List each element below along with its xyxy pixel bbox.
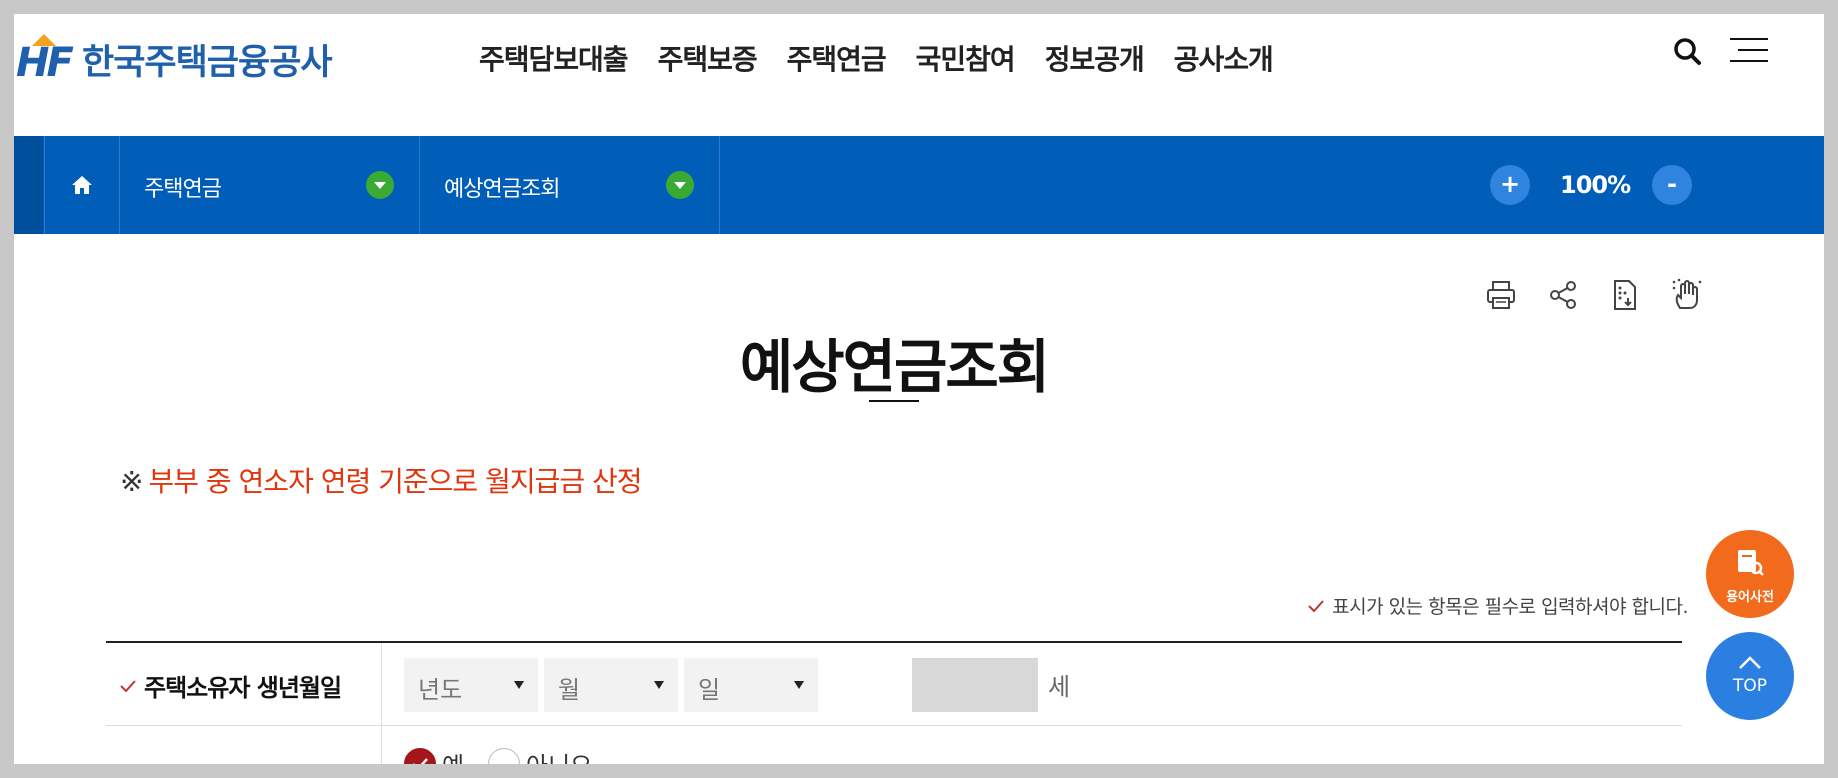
caret-down-icon — [794, 681, 804, 689]
logo-mark-text: HF — [16, 40, 74, 86]
title-underline — [869, 400, 919, 402]
top-label: TOP — [1732, 676, 1768, 696]
radio-yes-label: 예 — [442, 746, 464, 764]
chevron-down-icon — [666, 171, 694, 199]
day-select-value: 일 — [698, 676, 721, 704]
chevron-down-icon — [366, 171, 394, 199]
notice-text: ※ 부부 중 연소자 연령 기준으로 월지급금 산정 — [120, 460, 643, 500]
share-icon[interactable] — [1546, 278, 1580, 312]
zoom-level: 100% — [1560, 171, 1631, 199]
home-icon — [72, 176, 92, 194]
nav-item-public-participation[interactable]: 국민참여 — [916, 38, 1016, 78]
caret-down-icon — [514, 681, 524, 689]
form-row-header — [106, 726, 382, 764]
site-header: HF 한국주택금융공사 주택담보대출 주택보증 주택연금 국민참여 정보공개 공… — [14, 14, 1824, 136]
month-select-value: 월 — [558, 676, 581, 704]
page-frame: HF 한국주택금융공사 주택담보대출 주택보증 주택연금 국민참여 정보공개 공… — [14, 14, 1824, 764]
page-utilities — [1484, 278, 1704, 312]
location-depth2-label: 예상연금조회 — [444, 177, 560, 202]
zoom-in-button[interactable]: + — [1490, 165, 1530, 205]
form-row-birthdate: 주택소유자 생년월일 년도 월 일 세 — [106, 643, 1682, 726]
nav-item-housing-pension[interactable]: 주택연금 — [787, 38, 887, 78]
month-select[interactable]: 월 — [544, 658, 678, 712]
radio-checked-icon — [404, 747, 436, 764]
hf-logo-mark: HF — [16, 34, 74, 86]
site-logo[interactable]: HF 한국주택금융공사 — [16, 34, 333, 86]
nav-item-information-disclosure[interactable]: 정보공개 — [1045, 38, 1145, 78]
top-button[interactable]: TOP — [1706, 632, 1794, 720]
radio-no-label: 아니오 — [526, 746, 592, 764]
location-depth1-dropdown[interactable]: 주택연금 — [119, 136, 420, 234]
zoom-out-button[interactable]: - — [1652, 165, 1692, 205]
birthdate-label-text: 주택소유자 생년월일 — [144, 674, 342, 702]
glossary-button[interactable]: 용어사전 — [1706, 530, 1794, 618]
location-depth2-dropdown[interactable]: 예상연금조회 — [419, 136, 720, 234]
glossary-label: 용어사전 — [1726, 590, 1774, 605]
nav-item-housing-guarantee[interactable]: 주택보증 — [658, 38, 758, 78]
age-unit: 세 — [1048, 673, 1071, 701]
caret-down-icon — [654, 681, 664, 689]
age-output — [912, 658, 1038, 712]
page-title: 예상연금조회 — [739, 333, 1050, 401]
logo-text: 한국주택금융공사 — [82, 42, 333, 83]
pension-form-table: 주택소유자 생년월일 년도 월 일 세 — [106, 641, 1682, 764]
radio-no[interactable]: 아니오 — [488, 746, 592, 764]
check-icon — [1308, 599, 1324, 612]
main-content: 예상연금조회 ※ 부부 중 연소자 연령 기준으로 월지급금 산정 표시가 있는 … — [44, 234, 1744, 764]
dictionary-icon — [1738, 550, 1764, 576]
locbar-left-edge — [14, 136, 43, 234]
nav-item-housing-loan[interactable]: 주택담보대출 — [479, 38, 629, 78]
nav-item-about[interactable]: 공사소개 — [1174, 38, 1274, 78]
braille-download-icon[interactable] — [1608, 278, 1642, 312]
birthdate-label: 주택소유자 생년월일 — [120, 668, 342, 703]
day-select[interactable]: 일 — [684, 658, 818, 712]
sign-language-icon[interactable] — [1670, 278, 1704, 312]
radio-unchecked-icon — [488, 747, 520, 764]
radio-yes[interactable]: 예 — [404, 746, 464, 764]
year-select[interactable]: 년도 — [404, 658, 538, 712]
location-depth1-label: 주택연금 — [144, 177, 222, 202]
notice-message: 부부 중 연소자 연령 기준으로 월지급금 산정 — [148, 465, 642, 498]
search-icon[interactable] — [1672, 36, 1704, 68]
hamburger-menu-icon[interactable] — [1730, 36, 1770, 68]
check-icon — [120, 679, 136, 692]
notice-mark: ※ — [120, 465, 143, 498]
print-icon[interactable] — [1484, 278, 1518, 312]
required-note: 표시가 있는 항목은 필수로 입력하셔야 합니다. — [1308, 592, 1688, 619]
form-row-radio: 예 아니오 — [106, 726, 1682, 764]
location-bar: 주택연금 예상연금조회 + 100% - — [14, 136, 1824, 234]
required-note-text: 표시가 있는 항목은 필수로 입력하셔야 합니다. — [1332, 596, 1688, 618]
global-nav: 주택담보대출 주택보증 주택연금 국민참여 정보공개 공사소개 — [479, 38, 1274, 78]
year-select-value: 년도 — [418, 676, 463, 704]
chevron-up-icon — [1739, 656, 1761, 669]
form-row-header: 주택소유자 생년월일 — [106, 643, 382, 725]
home-button[interactable] — [44, 136, 120, 234]
